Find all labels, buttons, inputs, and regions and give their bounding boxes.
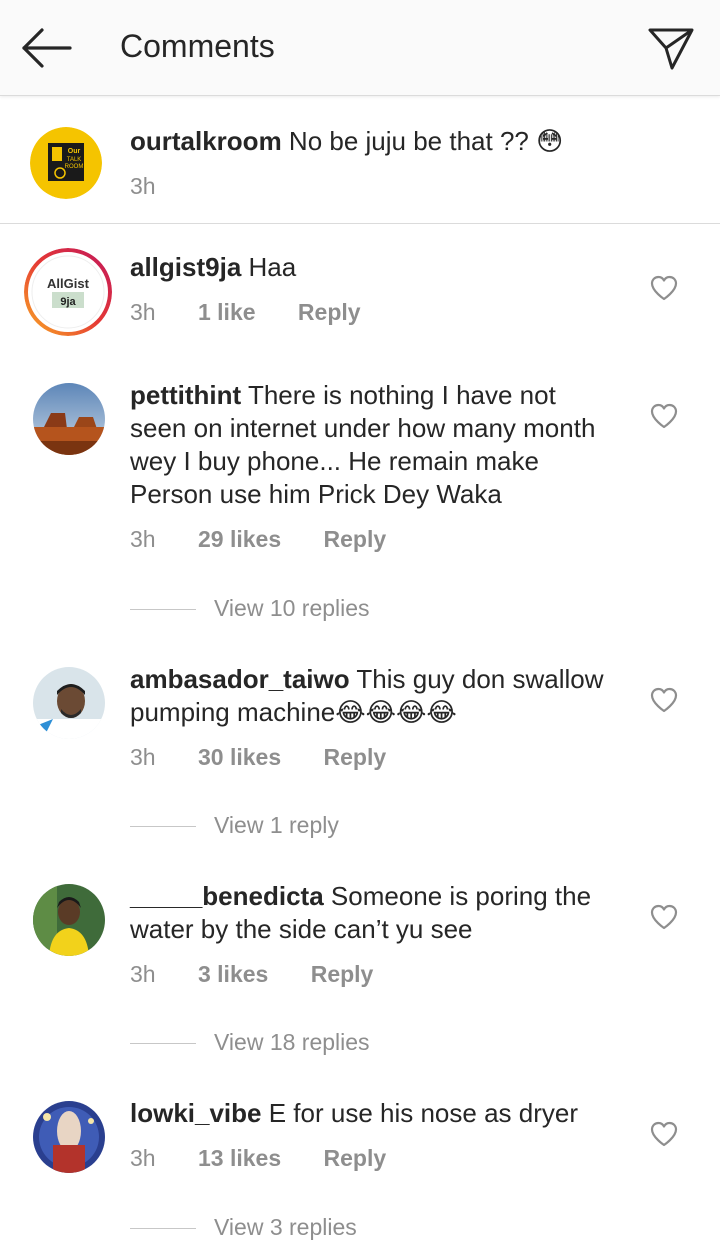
heart-icon[interactable]	[650, 403, 678, 429]
likes-count[interactable]: 29 likes	[198, 526, 281, 552]
comment-time: 3h	[130, 744, 156, 770]
comment-text: _____benedicta Someone is poring the wat…	[130, 880, 610, 946]
comment-meta: 3h 3 likes Reply	[130, 961, 409, 988]
view-replies-button[interactable]: View 18 replies	[130, 1029, 370, 1056]
reply-button[interactable]: Reply	[298, 299, 361, 325]
svg-text:ROOM: ROOM	[65, 164, 84, 170]
reply-button[interactable]: Reply	[324, 744, 387, 770]
view-replies-button[interactable]: View 1 reply	[130, 812, 339, 839]
view-replies-label: View 3 replies	[214, 1214, 357, 1240]
svg-text:Our: Our	[68, 148, 81, 155]
comment-meta: 3h 1 like Reply	[130, 299, 397, 326]
heart-icon[interactable]	[650, 904, 678, 930]
desert-landscape-avatar	[33, 383, 105, 455]
comment-username[interactable]: _____benedicta	[130, 881, 324, 911]
comment-username[interactable]: pettithint	[130, 380, 241, 410]
back-button[interactable]	[18, 24, 76, 72]
post-caption: Our TALK ROOM ourtalkroom No be juju be …	[0, 96, 720, 224]
comment-meta: 3h 29 likes Reply	[130, 526, 422, 553]
divider	[130, 1043, 196, 1045]
divider	[130, 826, 196, 828]
view-replies-label: View 10 replies	[214, 595, 370, 621]
avatar[interactable]	[33, 1101, 105, 1173]
comment-time: 3h	[130, 1145, 156, 1171]
reply-button[interactable]: Reply	[311, 961, 374, 987]
avatar[interactable]: Our TALK ROOM	[30, 127, 102, 199]
caption-username[interactable]: ourtalkroom	[130, 126, 282, 156]
divider	[130, 609, 196, 611]
profile-photo-avatar	[33, 1101, 105, 1173]
likes-count[interactable]: 30 likes	[198, 744, 281, 770]
top-bar: Comments	[0, 0, 720, 96]
heart-icon[interactable]	[650, 275, 678, 301]
profile-photo-avatar	[33, 884, 105, 956]
svg-text:9ja: 9ja	[60, 296, 76, 308]
comment-username[interactable]: allgist9ja	[130, 252, 241, 282]
comment-text: allgist9ja Haa	[130, 251, 610, 284]
likes-count[interactable]: 13 likes	[198, 1145, 281, 1171]
heart-icon[interactable]	[650, 1121, 678, 1147]
comment-username[interactable]: ambasador_taiwo	[130, 664, 350, 694]
svg-text:TALK: TALK	[67, 157, 82, 163]
comment-meta: 3h 30 likes Reply	[130, 744, 422, 771]
share-button[interactable]	[644, 22, 698, 72]
view-replies-button[interactable]: View 3 replies	[130, 1214, 357, 1241]
heart-icon[interactable]	[650, 687, 678, 713]
view-replies-label: View 18 replies	[214, 1029, 370, 1055]
comment-time: 3h	[130, 299, 156, 325]
comment-time: 3h	[130, 961, 156, 987]
caption-body: No be juju be that ?? 😳	[288, 126, 564, 156]
allgist9ja-logo: AllGist 9ja	[24, 248, 112, 336]
caption-text: ourtalkroom No be juju be that ?? 😳	[130, 125, 610, 158]
caption-time: 3h	[130, 173, 156, 199]
avatar[interactable]: AllGist 9ja	[24, 248, 112, 336]
avatar[interactable]	[33, 383, 105, 455]
divider	[130, 1228, 196, 1230]
comment-time: 3h	[130, 526, 156, 552]
reply-button[interactable]: Reply	[324, 526, 387, 552]
comment-body: Haa	[248, 252, 297, 282]
paper-plane-icon	[648, 28, 694, 70]
reply-button[interactable]: Reply	[324, 1145, 387, 1171]
avatar[interactable]	[33, 884, 105, 956]
page-title: Comments	[120, 28, 275, 64]
view-replies-label: View 1 reply	[214, 812, 339, 838]
comment-text: ambasador_taiwo This guy don swallow pum…	[130, 663, 610, 729]
ourtalkroom-logo: Our TALK ROOM	[30, 127, 102, 199]
svg-text:AllGist: AllGist	[47, 276, 90, 291]
comment-body: E for use his nose as dryer	[268, 1098, 578, 1128]
comment-text: pettithint There is nothing I have not s…	[130, 379, 610, 511]
comment-text: lowki_vibe E for use his nose as dryer	[130, 1097, 610, 1130]
view-replies-button[interactable]: View 10 replies	[130, 595, 370, 622]
likes-count[interactable]: 3 likes	[198, 961, 268, 987]
avatar[interactable]	[33, 667, 105, 739]
likes-count[interactable]: 1 like	[198, 299, 256, 325]
profile-photo-avatar	[33, 667, 105, 739]
comment-username[interactable]: lowki_vibe	[130, 1098, 262, 1128]
arrow-left-icon	[22, 28, 72, 68]
comment-meta: 3h 13 likes Reply	[130, 1145, 422, 1172]
caption-meta: 3h	[130, 173, 192, 200]
